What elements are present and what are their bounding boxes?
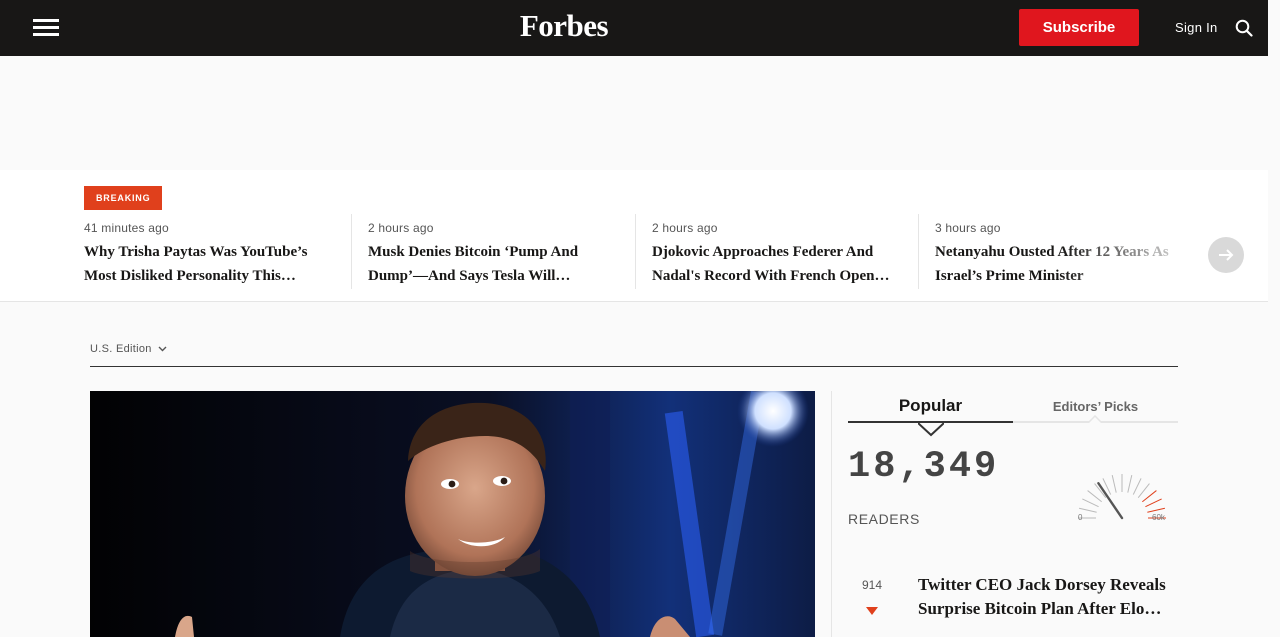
gauge-tick bbox=[1147, 507, 1166, 513]
next-arrow-icon[interactable] bbox=[1208, 237, 1244, 273]
sign-in-link[interactable]: Sign In bbox=[1175, 20, 1218, 35]
hero-photo bbox=[90, 391, 815, 637]
story-headline[interactable]: Djokovic Approaches Federer And Nadal's … bbox=[652, 240, 902, 288]
edition-label: U.S. Edition bbox=[90, 343, 152, 355]
breaking-badge: BREAKING bbox=[84, 186, 163, 210]
gauge-min-label: 0 bbox=[1078, 513, 1083, 522]
gauge-tick bbox=[1145, 498, 1162, 508]
story-time: 2 hours ago bbox=[652, 221, 718, 235]
tab-popular[interactable]: Popular bbox=[848, 391, 1013, 423]
readers-gauge: 0 60k bbox=[1078, 474, 1166, 522]
gauge-tick bbox=[1127, 474, 1133, 493]
readers-count: 18,349 bbox=[848, 446, 1000, 488]
sidebar-divider bbox=[831, 391, 832, 637]
hero-image[interactable] bbox=[90, 391, 815, 637]
story-time: 41 minutes ago bbox=[84, 221, 169, 235]
arrow-right-icon bbox=[1219, 249, 1234, 261]
popular-headline[interactable]: Twitter CEO Jack Dorsey Reveals Surprise… bbox=[918, 573, 1180, 621]
forbes-logo[interactable]: Forbes bbox=[0, 8, 1128, 44]
gauge-tick bbox=[1111, 474, 1117, 493]
breaking-news-strip: BREAKING 41 minutes ago Why Trisha Payta… bbox=[0, 170, 1268, 302]
story-time: 2 hours ago bbox=[368, 221, 434, 235]
tab-indicator-icon bbox=[918, 423, 944, 437]
chevron-down-icon bbox=[158, 346, 167, 352]
gauge-ticks bbox=[1078, 474, 1166, 519]
gauge-tick bbox=[1082, 498, 1099, 508]
edition-selector[interactable]: U.S. Edition bbox=[90, 343, 167, 355]
popular-list-item[interactable]: 914 Twitter CEO Jack Dorsey Reveals Surp… bbox=[848, 572, 1178, 632]
trend-down-icon bbox=[866, 607, 878, 615]
top-nav-bar: Forbes Subscribe Sign In bbox=[0, 0, 1268, 56]
story-headline[interactable]: Why Trisha Paytas Was YouTube’s Most Dis… bbox=[84, 240, 334, 288]
popular-readers-count: 914 bbox=[862, 578, 883, 592]
story-time: 3 hours ago bbox=[935, 221, 1001, 235]
search-icon[interactable] bbox=[1235, 19, 1253, 37]
edition-divider bbox=[90, 366, 1178, 367]
gauge-tick bbox=[1142, 490, 1157, 503]
readers-label: READERS bbox=[848, 511, 920, 527]
page-edge bbox=[1268, 0, 1280, 637]
breaking-story[interactable]: 2 hours ago Musk Denies Bitcoin ‘Pump An… bbox=[351, 214, 618, 289]
breaking-story[interactable]: 41 minutes ago Why Trisha Paytas Was You… bbox=[84, 214, 334, 289]
gauge-tick bbox=[1137, 483, 1150, 498]
tab-indicator-icon bbox=[1088, 415, 1102, 423]
breaking-story[interactable]: 2 hours ago Djokovic Approaches Federer … bbox=[635, 214, 902, 289]
ad-slot bbox=[0, 56, 1268, 170]
breaking-story[interactable]: 3 hours ago Netanyahu Ousted After 12 Ye… bbox=[918, 214, 1185, 289]
story-headline[interactable]: Musk Denies Bitcoin ‘Pump And Dump’—And … bbox=[368, 240, 618, 288]
gauge-tick bbox=[1078, 507, 1097, 513]
gauge-needle bbox=[1097, 482, 1124, 520]
story-headline[interactable]: Netanyahu Ousted After 12 Years As Israe… bbox=[935, 240, 1185, 288]
gauge-max-label: 60k bbox=[1152, 513, 1166, 522]
gauge-tick bbox=[1087, 490, 1102, 503]
gauge-tick bbox=[1132, 478, 1142, 495]
subscribe-button[interactable]: Subscribe bbox=[1019, 9, 1139, 46]
